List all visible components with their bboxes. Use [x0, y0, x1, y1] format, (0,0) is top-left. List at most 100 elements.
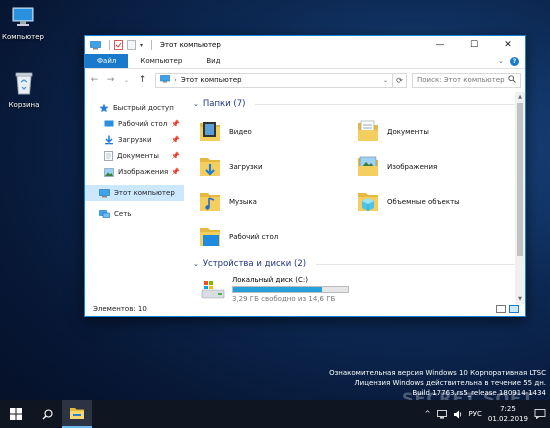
maximize-button[interactable]: ☐	[457, 36, 491, 54]
input-language[interactable]: РУС	[469, 410, 482, 418]
tab-view[interactable]: Вид	[194, 54, 232, 68]
drive-item-c[interactable]: Локальный диск (C:) 3,29 ГБ свободно из …	[201, 276, 525, 303]
local-disk-icon	[201, 280, 225, 298]
folder-item-music[interactable]: Музыка	[197, 184, 355, 219]
watermark-line: Лицензия Windows действительна в течение…	[354, 379, 546, 387]
minimize-button[interactable]: —	[423, 36, 457, 54]
group-header-drives[interactable]: ⌄ Устройства и диски (2)	[193, 256, 525, 272]
volume-icon[interactable]	[453, 410, 463, 419]
help-icon[interactable]: ?	[510, 56, 519, 66]
recent-locations-icon[interactable]: ⌄	[121, 77, 132, 84]
tray-chevron-icon[interactable]: ^	[425, 410, 431, 418]
desktop-folder-icon	[200, 227, 220, 246]
notifications-icon[interactable]	[534, 409, 546, 419]
documents-folder-icon	[358, 120, 378, 141]
pin-icon: 📌	[171, 120, 180, 128]
pin-icon: 📌	[171, 168, 180, 176]
separator	[151, 40, 153, 50]
search-input[interactable]: Поиск: Этот компьютер	[412, 72, 521, 88]
large-icons-view-icon[interactable]	[509, 305, 519, 313]
folder-item-desktop[interactable]: Рабочий стол	[197, 219, 355, 254]
back-button[interactable]: ←	[89, 75, 100, 85]
pin-icon: 📌	[171, 152, 180, 160]
nav-label: Изображения	[118, 168, 169, 176]
folder-label: Рабочий стол	[229, 232, 279, 241]
new-folder-icon[interactable]	[127, 40, 136, 50]
nav-label: Сеть	[114, 210, 132, 218]
expand-ribbon-icon[interactable]: ⌄	[498, 57, 504, 65]
folder-label: Видео	[229, 127, 252, 136]
pictures-icon	[104, 167, 114, 177]
nav-label: Рабочий стол	[118, 120, 168, 128]
desktop-folder-icon	[104, 120, 114, 127]
scroll-up-icon[interactable]: ▲	[515, 92, 525, 102]
vertical-scrollbar[interactable]: ▲ ▼	[515, 92, 525, 304]
search-icon	[42, 408, 53, 419]
folder-item-pictures[interactable]: Изображения	[355, 149, 513, 184]
tab-computer[interactable]: Компьютер	[128, 54, 194, 68]
status-bar: Элементов: 10	[85, 302, 525, 316]
title-bar[interactable]: ▾ Этот компьютер — ☐ ✕	[85, 36, 525, 54]
nav-item-downloads[interactable]: Загрузки 📌	[85, 132, 184, 148]
pictures-folder-icon	[358, 156, 378, 176]
windows-logo-icon	[10, 408, 22, 420]
breadcrumb-separator-icon: ›	[174, 76, 177, 84]
item-count: Элементов: 10	[93, 305, 147, 313]
this-pc-icon	[99, 188, 110, 197]
search-button[interactable]	[32, 400, 62, 428]
nav-item-network[interactable]: Сеть	[85, 206, 184, 222]
downloads-folder-icon	[200, 157, 220, 176]
address-row: ← → ⌄ ↑ › Этот компьютер ⌄ ⟳ Поиск: Этот…	[85, 69, 525, 91]
tab-file[interactable]: Файл	[85, 54, 129, 68]
computer-icon	[0, 6, 46, 30]
documents-icon	[104, 151, 113, 161]
folder-label: Изображения	[387, 162, 438, 171]
network-tray-icon[interactable]	[436, 409, 447, 419]
watermark-line: Ознакомительная версия Windows 10 Корпор…	[329, 369, 546, 377]
folder-label: Музыка	[229, 197, 257, 206]
address-bar[interactable]: › Этот компьютер ⌄	[155, 72, 393, 88]
desktop-icon-recycle-bin[interactable]: Корзина	[1, 70, 47, 109]
taskbar-file-explorer[interactable]	[62, 400, 92, 428]
customize-quick-access-icon[interactable]: ▾	[140, 42, 143, 49]
clock[interactable]: 7:25 01.02.2019	[488, 404, 528, 424]
desktop-icon-label: Корзина	[8, 101, 40, 109]
folder-label: Загрузки	[229, 162, 263, 171]
clock-time: 7:25	[500, 405, 516, 413]
group-title: Устройства и диски (2)	[202, 259, 307, 269]
folder-item-documents[interactable]: Документы	[355, 114, 513, 149]
details-view-icon[interactable]	[496, 305, 506, 313]
refresh-button[interactable]: ⟳	[392, 72, 407, 88]
forward-button[interactable]: →	[105, 75, 116, 85]
properties-icon[interactable]	[114, 40, 123, 50]
group-header-folders[interactable]: ⌄ Папки (7)	[193, 96, 525, 112]
ribbon-tabs: Файл Компьютер Вид ⌄ ?	[85, 54, 525, 69]
start-button[interactable]	[0, 400, 32, 428]
nav-item-pictures[interactable]: Изображения 📌	[85, 164, 184, 180]
desktop-icon-computer[interactable]: Компьютер	[0, 6, 46, 41]
nav-label: Этот компьютер	[114, 189, 175, 197]
this-pc-icon	[90, 40, 101, 50]
folder-item-downloads[interactable]: Загрузки	[197, 149, 355, 184]
folder-label: Объемные объекты	[387, 197, 460, 206]
close-button[interactable]: ✕	[491, 36, 525, 54]
address-dropdown-icon[interactable]: ⌄	[383, 77, 388, 84]
up-button[interactable]: ↑	[137, 75, 148, 85]
scroll-thumb[interactable]	[517, 103, 523, 256]
folder-grid: Видео Документы Загрузки Изображения Муз…	[197, 114, 525, 254]
breadcrumb[interactable]: Этот компьютер	[181, 76, 242, 84]
nav-item-desktop[interactable]: Рабочий стол 📌	[85, 116, 184, 132]
drive-usage-fill	[233, 287, 323, 292]
recycle-bin-icon	[1, 70, 47, 98]
network-icon	[99, 209, 110, 218]
collapse-chevron-icon: ⌄	[193, 100, 199, 108]
nav-item-documents[interactable]: Документы 📌	[85, 148, 184, 164]
search-icon	[508, 75, 516, 85]
navigation-pane: Быстрый доступ Рабочий стол 📌 Загрузки 📌…	[85, 92, 185, 304]
nav-item-this-pc[interactable]: Этот компьютер	[85, 185, 184, 201]
folder-item-3d-objects[interactable]: Объемные объекты	[355, 184, 513, 219]
folder-item-videos[interactable]: Видео	[197, 114, 355, 149]
3d-objects-folder-icon	[358, 192, 378, 211]
system-tray: ^ РУС 7:25 01.02.2019	[425, 400, 550, 428]
nav-item-quick-access[interactable]: Быстрый доступ	[85, 100, 184, 116]
